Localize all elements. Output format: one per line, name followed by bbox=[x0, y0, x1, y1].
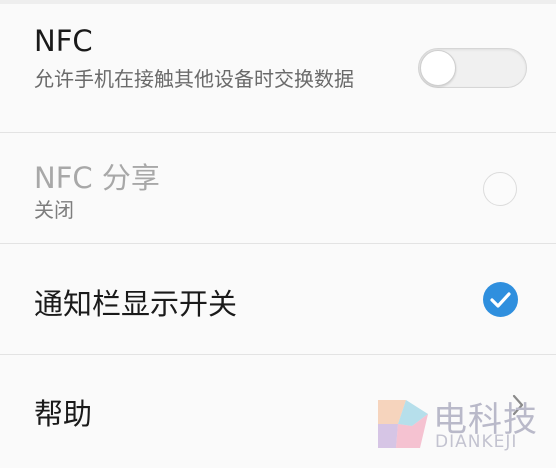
empty-circle-icon[interactable] bbox=[483, 172, 517, 206]
check-circle-icon[interactable] bbox=[483, 282, 518, 317]
nfc-share-status: 关闭 bbox=[34, 198, 74, 222]
watermark: 电科技 DIANKEJI bbox=[376, 392, 546, 456]
toggle-knob bbox=[420, 50, 456, 86]
nfc-description: 允许手机在接触其他设备时交换数据 bbox=[34, 67, 354, 91]
settings-screen: NFC 允许手机在接触其他设备时交换数据 NFC 分享 关闭 通知栏显示开关 帮… bbox=[0, 0, 556, 468]
watermark-subtext: DIANKEJI bbox=[435, 432, 518, 452]
nfc-toggle[interactable] bbox=[418, 48, 527, 88]
nfc-share-title: NFC 分享 bbox=[34, 161, 160, 195]
notification-switch-row[interactable]: 通知栏显示开关 bbox=[0, 244, 556, 354]
nfc-title: NFC bbox=[34, 24, 93, 58]
help-title: 帮助 bbox=[34, 397, 93, 431]
nfc-share-setting-row[interactable]: NFC 分享 关闭 bbox=[0, 133, 556, 243]
nfc-setting-row[interactable]: NFC 允许手机在接触其他设备时交换数据 bbox=[0, 4, 556, 132]
notification-switch-title: 通知栏显示开关 bbox=[34, 287, 238, 321]
watermark-logo-icon bbox=[378, 400, 428, 448]
